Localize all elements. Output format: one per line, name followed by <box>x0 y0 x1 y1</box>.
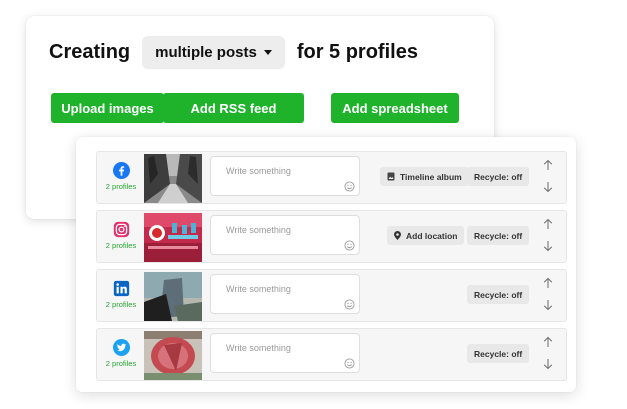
post-image[interactable] <box>144 154 202 203</box>
profiles-count: 2 profiles <box>105 241 137 250</box>
arrow-up-icon[interactable] <box>542 159 554 171</box>
recycle-chip[interactable]: Recycle: off <box>467 226 530 245</box>
chevron-down-icon <box>263 49 272 55</box>
timeline-album-chip[interactable]: Timeline album <box>380 167 469 186</box>
album-icon <box>387 172 395 181</box>
chip-label: Timeline album <box>400 171 462 182</box>
arrow-up-icon[interactable] <box>542 336 554 348</box>
upload-images-button[interactable]: Upload images <box>51 93 164 123</box>
linkedin-icon <box>113 280 129 297</box>
emoji-icon[interactable] <box>344 181 355 192</box>
chip-label: Recycle: off <box>474 171 523 182</box>
post-mode-value: multiple posts <box>155 43 257 61</box>
post-text-placeholder: Write something <box>226 343 291 353</box>
post-text-input[interactable]: Write something <box>210 215 360 255</box>
headline: Creating multiple posts for 5 profiles <box>49 35 418 69</box>
add-rss-feed-button[interactable]: Add RSS feed <box>163 93 304 123</box>
chip-label: Recycle: off <box>474 289 523 300</box>
recycle-chip[interactable]: Recycle: off <box>467 285 530 304</box>
creating-label: Creating <box>49 40 131 63</box>
chip-label: Recycle: off <box>474 230 523 241</box>
emoji-icon[interactable] <box>344 299 355 310</box>
post-image[interactable] <box>144 213 202 262</box>
post-text-placeholder: Write something <box>226 225 291 235</box>
arrow-down-icon[interactable] <box>542 181 554 193</box>
emoji-icon[interactable] <box>344 358 355 369</box>
post-text-input[interactable]: Write something <box>210 274 360 314</box>
post-text-input[interactable]: Write something <box>210 156 360 196</box>
post-text-placeholder: Write something <box>226 166 291 176</box>
arrow-up-icon[interactable] <box>542 277 554 289</box>
arrow-down-icon[interactable] <box>542 299 554 311</box>
profiles-count: 2 profiles <box>105 359 137 368</box>
emoji-icon[interactable] <box>344 240 355 251</box>
post-text-input[interactable]: Write something <box>210 333 360 373</box>
posts-list: 2 profiles Write something Timeline albu… <box>76 137 576 392</box>
chip-label: Recycle: off <box>474 348 523 359</box>
post-text-placeholder: Write something <box>226 284 291 294</box>
post-row: 2 profiles Write something Recycle: off <box>96 269 567 322</box>
twitter-icon <box>112 339 130 356</box>
post-row: 2 profiles Write something Timeline albu… <box>96 151 567 204</box>
network-cell: 2 profiles <box>102 162 140 191</box>
add-location-chip[interactable]: Add location <box>387 226 465 245</box>
post-image[interactable] <box>144 272 202 321</box>
instagram-icon <box>113 221 129 238</box>
post-mode-dropdown[interactable]: multiple posts <box>142 35 285 69</box>
profiles-count-label: for 5 profiles <box>296 40 418 63</box>
post-row: 2 profiles Write something Recycle: off <box>96 328 567 381</box>
network-cell: 2 profiles <box>102 339 140 368</box>
network-cell: 2 profiles <box>102 221 140 250</box>
arrow-up-icon[interactable] <box>542 218 554 230</box>
chip-label: Add location <box>406 230 458 241</box>
location-pin-icon <box>394 231 401 240</box>
add-spreadsheet-button[interactable]: Add spreadsheet <box>331 93 459 123</box>
arrow-down-icon[interactable] <box>542 240 554 252</box>
recycle-chip[interactable]: Recycle: off <box>467 167 530 186</box>
post-row: 2 profiles Write something Add location … <box>96 210 567 263</box>
facebook-icon <box>112 162 130 179</box>
profiles-count: 2 profiles <box>105 182 137 191</box>
recycle-chip[interactable]: Recycle: off <box>467 344 530 363</box>
network-cell: 2 profiles <box>102 280 140 309</box>
post-image[interactable] <box>144 331 202 380</box>
arrow-down-icon[interactable] <box>542 358 554 370</box>
profiles-count: 2 profiles <box>105 300 137 309</box>
